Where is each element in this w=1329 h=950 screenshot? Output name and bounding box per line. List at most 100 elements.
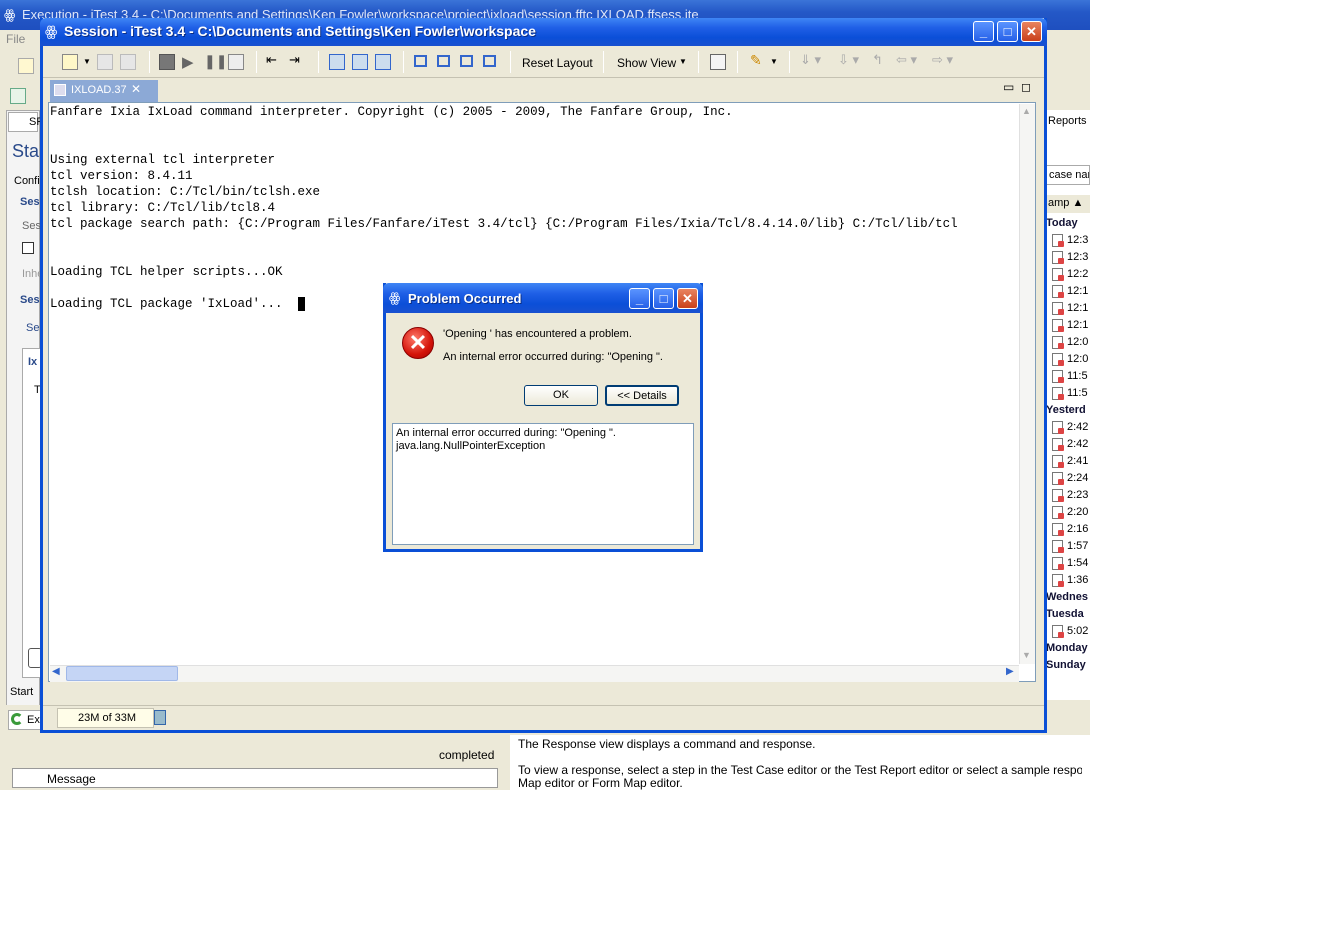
history-item[interactable]: 1:36 [1046, 572, 1090, 589]
app-logo-icon: ꙮ [4, 7, 16, 22]
trash-icon[interactable] [154, 710, 166, 725]
history-item[interactable]: 2:20 [1046, 504, 1090, 521]
tab-ixload[interactable]: IXLOAD.37 [50, 80, 158, 102]
back-icon[interactable]: ⇦ ▾ [896, 52, 917, 68]
forward-icon[interactable]: ⇨ ▾ [932, 52, 953, 68]
history-item[interactable]: 1:54 [1046, 555, 1090, 572]
session-window-title[interactable]: Session - iTest 3.4 - C:\Documents and S… [40, 18, 1047, 46]
report-icon [1052, 437, 1064, 451]
connect-icon[interactable] [329, 54, 345, 70]
play-icon[interactable]: ▶ [182, 53, 194, 71]
history-item[interactable]: 2:42 [1046, 436, 1090, 453]
edit-icon[interactable] [228, 54, 244, 70]
dropdown-arrow-icon[interactable]: ▼ [83, 57, 91, 66]
vertical-scrollbar[interactable] [1019, 104, 1035, 664]
left-tab[interactable]: SP [8, 112, 44, 132]
history-time: 12:1 [1067, 319, 1089, 331]
details-text[interactable]: An internal error occurred during: "Open… [392, 423, 694, 545]
history-group[interactable]: Tuesda [1046, 606, 1090, 623]
history-item[interactable]: 12:3 [1046, 249, 1090, 266]
last-edit-icon[interactable]: ↰ [872, 52, 883, 68]
ok-button[interactable]: OK [524, 385, 598, 406]
scroll-up-icon[interactable]: ▲ [1022, 106, 1031, 116]
outdent-icon[interactable]: ⇥ [289, 52, 300, 68]
scroll-right-icon[interactable]: ▶ [1006, 666, 1014, 677]
heap-status[interactable]: 23M of 33M [57, 708, 154, 728]
wand-dropdown-icon[interactable]: ▼ [770, 57, 778, 66]
history-group[interactable]: Today [1046, 215, 1090, 232]
history-item[interactable]: 12:1 [1046, 300, 1090, 317]
console-icon [54, 84, 66, 96]
layout-vertical-icon[interactable] [437, 55, 450, 67]
download-icon[interactable]: ⇓ ▾ [800, 52, 821, 68]
dialog-minimize-button[interactable]: _ [629, 288, 650, 309]
close-tab-icon[interactable]: ✕ [131, 82, 141, 96]
disconnect-icon[interactable] [352, 54, 368, 70]
reports-tab[interactable]: Reports [1048, 115, 1087, 127]
history-item[interactable]: 11:5 [1046, 368, 1090, 385]
dialog-close-button[interactable]: ✕ [677, 288, 698, 309]
wand-icon[interactable]: ✎ [750, 52, 762, 69]
details-button[interactable]: << Details [605, 385, 679, 406]
history-item[interactable]: 2:16 [1046, 521, 1090, 538]
report-icon [1052, 369, 1064, 383]
layout-grid-icon[interactable] [483, 55, 496, 67]
disconnect-all-icon[interactable] [375, 54, 391, 70]
sort-up-icon: ▲ [1072, 197, 1084, 209]
history-group[interactable]: Monday [1046, 640, 1090, 657]
message-column-header[interactable]: Message [12, 768, 498, 788]
left-checkbox[interactable] [22, 242, 34, 254]
layout-single-icon[interactable] [414, 55, 427, 67]
view-minimize-icon[interactable]: ▭ [1003, 80, 1014, 94]
dialog-message-2: An internal error occurred during: "Open… [443, 351, 663, 363]
minimize-button[interactable]: _ [973, 21, 994, 42]
history-item[interactable]: 12:1 [1046, 317, 1090, 334]
stop-icon[interactable] [159, 54, 175, 70]
history-item[interactable]: 12:2 [1046, 266, 1090, 283]
history-item[interactable]: 11:5 [1046, 385, 1090, 402]
history-item[interactable]: 1:57 [1046, 538, 1090, 555]
layout-horizontal-icon[interactable] [460, 55, 473, 67]
history-item[interactable]: 12:0 [1046, 351, 1090, 368]
console-line: tcl package search path: {C:/Program Fil… [50, 217, 958, 231]
pause-icon[interactable]: ❚❚ [204, 53, 227, 70]
history-time: 12:3 [1067, 251, 1089, 263]
scroll-left-icon[interactable]: ◀ [52, 666, 60, 677]
indent-icon[interactable]: ⇤ [266, 52, 277, 68]
view-maximize-icon[interactable]: ◻ [1021, 80, 1031, 94]
next-annotation-icon[interactable]: ⇩ ▾ [838, 52, 859, 68]
history-item[interactable]: 5:02 [1046, 623, 1090, 640]
perspective-icon[interactable] [10, 88, 26, 104]
horizontal-scroll-thumb[interactable] [66, 666, 178, 681]
dialog-maximize-button[interactable]: □ [653, 288, 674, 309]
history-item[interactable]: 2:23 [1046, 487, 1090, 504]
reset-layout-button[interactable]: Reset Layout [522, 56, 593, 70]
history-item[interactable]: 2:41 [1046, 453, 1090, 470]
new-file-icon[interactable] [62, 54, 78, 70]
show-view-dropdown-icon[interactable]: ▼ [679, 57, 687, 66]
history-column-header[interactable]: amp ▲ [1046, 195, 1090, 213]
toolbar-separator [603, 51, 604, 73]
save-icon[interactable] [97, 54, 113, 70]
menu-file[interactable]: File [6, 32, 25, 46]
history-group[interactable]: Wednes [1046, 589, 1090, 606]
maximize-button[interactable]: □ [997, 21, 1018, 42]
print-icon[interactable] [120, 54, 136, 70]
horizontal-scrollbar[interactable] [50, 665, 1019, 682]
history-item[interactable]: 12:1 [1046, 283, 1090, 300]
close-button[interactable]: ✕ [1021, 21, 1042, 42]
history-search-input[interactable]: case nam [1046, 165, 1090, 185]
left-label-session: Ses [20, 196, 40, 208]
history-item[interactable]: 12:3 [1046, 232, 1090, 249]
history-group[interactable]: Yesterd [1046, 402, 1090, 419]
history-list: Today 12:3 12:3 12:2 12:1 12:1 12:1 12:0 12:0 11:… [1046, 215, 1090, 674]
history-item[interactable]: 2:24 [1046, 470, 1090, 487]
show-view-button[interactable]: Show View [617, 56, 676, 70]
history-group[interactable]: Sunday [1046, 657, 1090, 674]
history-item[interactable]: 12:0 [1046, 334, 1090, 351]
new-icon[interactable] [18, 58, 34, 74]
document-icon[interactable] [710, 54, 726, 70]
scroll-down-icon[interactable]: ▼ [1022, 650, 1031, 660]
history-item[interactable]: 2:42 [1046, 419, 1090, 436]
